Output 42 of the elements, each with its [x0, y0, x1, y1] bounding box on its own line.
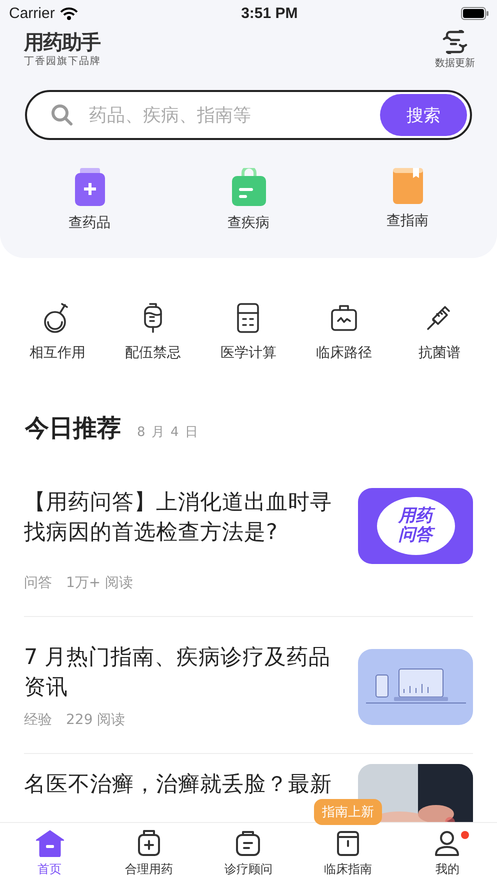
tab-item[interactable]: 我的	[398, 823, 497, 883]
quick-link[interactable]: 查疾病	[169, 168, 328, 232]
tab-item[interactable]: 临床指南	[298, 823, 398, 883]
tool-shortcut[interactable]: 医学计算	[200, 302, 296, 362]
quick-link[interactable]: 查指南	[328, 168, 487, 232]
article-title[interactable]: 名医不治癣，治癣就丢脸？最新	[24, 770, 338, 800]
tab-item[interactable]: 诊疗顾问	[198, 823, 298, 883]
app-title: 用药助手	[24, 30, 101, 54]
user-icon	[433, 828, 462, 856]
new-guide-tooltip: 指南上新	[314, 799, 382, 825]
section-date: 8 月 4 日	[137, 424, 199, 441]
refresh-icon	[442, 30, 468, 54]
search-button[interactable]: 搜索	[380, 94, 467, 136]
medical-case-icon	[328, 302, 359, 334]
wifi-icon	[60, 6, 78, 20]
thumbnail-text: 问答	[398, 526, 432, 545]
tool-shortcut[interactable]: 临床路径	[296, 302, 392, 362]
article-category: 经验	[24, 711, 52, 729]
clipboard-icon	[234, 828, 262, 856]
data-update-button[interactable]: 数据更新	[435, 30, 475, 70]
home-icon	[36, 828, 64, 856]
tab-item[interactable]: 首页	[0, 823, 100, 883]
briefcase-icon	[232, 168, 266, 206]
article-title[interactable]: 7 月热门指南、疾病诊疗及药品资讯	[24, 643, 338, 703]
search-icon	[51, 104, 73, 126]
article-title[interactable]: 【用药问答】上消化道出血时寻找病因的首选检查方法是?	[24, 488, 338, 548]
tool-shortcut[interactable]: 配伍禁忌	[105, 302, 201, 362]
tool-shortcut[interactable]: 相互作用	[10, 302, 106, 362]
read-count: 229 阅读	[66, 711, 126, 729]
read-count: 1万+ 阅读	[66, 574, 134, 592]
carrier-text: Carrier	[9, 4, 55, 22]
time-text: 3:51 PM	[241, 4, 298, 22]
tool-shortcut[interactable]: 抗菌谱	[392, 302, 487, 362]
section-title: 今日推荐	[25, 413, 121, 444]
book-icon	[392, 168, 422, 204]
battery-icon	[460, 6, 489, 20]
article-category: 问答	[24, 574, 52, 592]
tab-item[interactable]: 合理用药	[99, 823, 199, 883]
search-field[interactable]: 药品、疾病、指南等 搜索	[25, 90, 472, 140]
quick-link[interactable]: 查药品	[10, 168, 169, 232]
medicine-bottle-icon	[74, 168, 106, 206]
brand-subtitle: 丁香园旗下品牌	[24, 54, 101, 68]
